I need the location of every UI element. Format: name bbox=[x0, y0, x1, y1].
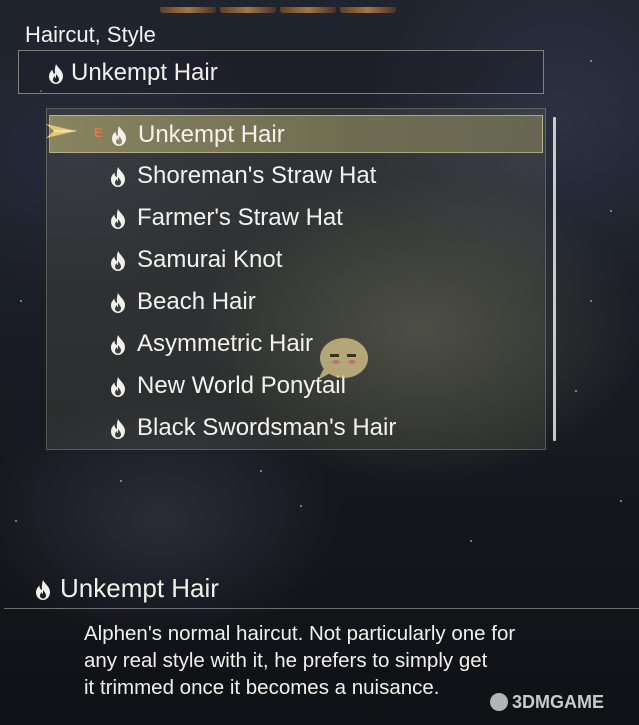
flame-icon bbox=[111, 293, 125, 313]
hairstyle-list: E Unkempt Hair Shoreman's Straw Hat Farm… bbox=[46, 108, 546, 450]
flame-icon bbox=[111, 419, 125, 439]
list-item-label: Asymmetric Hair bbox=[137, 330, 314, 357]
list-item[interactable]: New World Ponytail bbox=[49, 367, 543, 405]
divider bbox=[4, 608, 639, 609]
watermark-logo-icon bbox=[490, 693, 508, 711]
list-item[interactable]: Farmer's Straw Hat bbox=[49, 199, 543, 237]
category-label: Haircut, Style bbox=[25, 22, 156, 47]
current-selection-box: Unkempt Hair bbox=[18, 50, 544, 94]
detail-title-text: Unkempt Hair bbox=[60, 573, 219, 603]
flame-icon bbox=[111, 251, 125, 271]
list-item[interactable]: Black Swordsman's Hair bbox=[49, 409, 543, 447]
list-item-label: Samurai Knot bbox=[137, 246, 283, 273]
list-item-label: Farmer's Straw Hat bbox=[137, 204, 343, 231]
flame-icon bbox=[112, 126, 126, 146]
selection-cursor-icon bbox=[46, 124, 76, 138]
flame-icon bbox=[111, 335, 125, 355]
list-item-label: Shoreman's Straw Hat bbox=[137, 162, 377, 189]
list-item[interactable]: E Unkempt Hair bbox=[49, 115, 543, 153]
flame-icon bbox=[111, 209, 125, 229]
current-selection-name: Unkempt Hair bbox=[71, 59, 218, 86]
list-item-label: Beach Hair bbox=[137, 288, 256, 315]
list-scrollbar[interactable] bbox=[553, 117, 556, 441]
flame-icon bbox=[111, 377, 125, 397]
list-item[interactable]: Asymmetric Hair bbox=[49, 325, 543, 363]
watermark: 3DMGAME bbox=[490, 692, 604, 713]
description-line: any real style with it, he prefers to si… bbox=[84, 649, 488, 672]
list-item-label: Unkempt Hair bbox=[138, 121, 285, 148]
list-item[interactable]: Samurai Knot bbox=[49, 241, 543, 279]
equipment-tabs-strip bbox=[160, 0, 450, 13]
flame-icon bbox=[36, 580, 50, 600]
list-item-label: Black Swordsman's Hair bbox=[137, 414, 397, 441]
equipped-marker: E bbox=[94, 125, 103, 140]
list-item[interactable]: Shoreman's Straw Hat bbox=[49, 157, 543, 195]
description-line: Alphen's normal haircut. Not particularl… bbox=[84, 622, 516, 645]
item-description: Alphen's normal haircut. Not particularl… bbox=[84, 620, 604, 701]
flame-icon bbox=[49, 64, 63, 84]
watermark-mascot bbox=[314, 328, 372, 382]
list-item[interactable]: Beach Hair bbox=[49, 283, 543, 321]
watermark-text: 3DMGAME bbox=[512, 692, 605, 712]
flame-icon bbox=[111, 167, 125, 187]
